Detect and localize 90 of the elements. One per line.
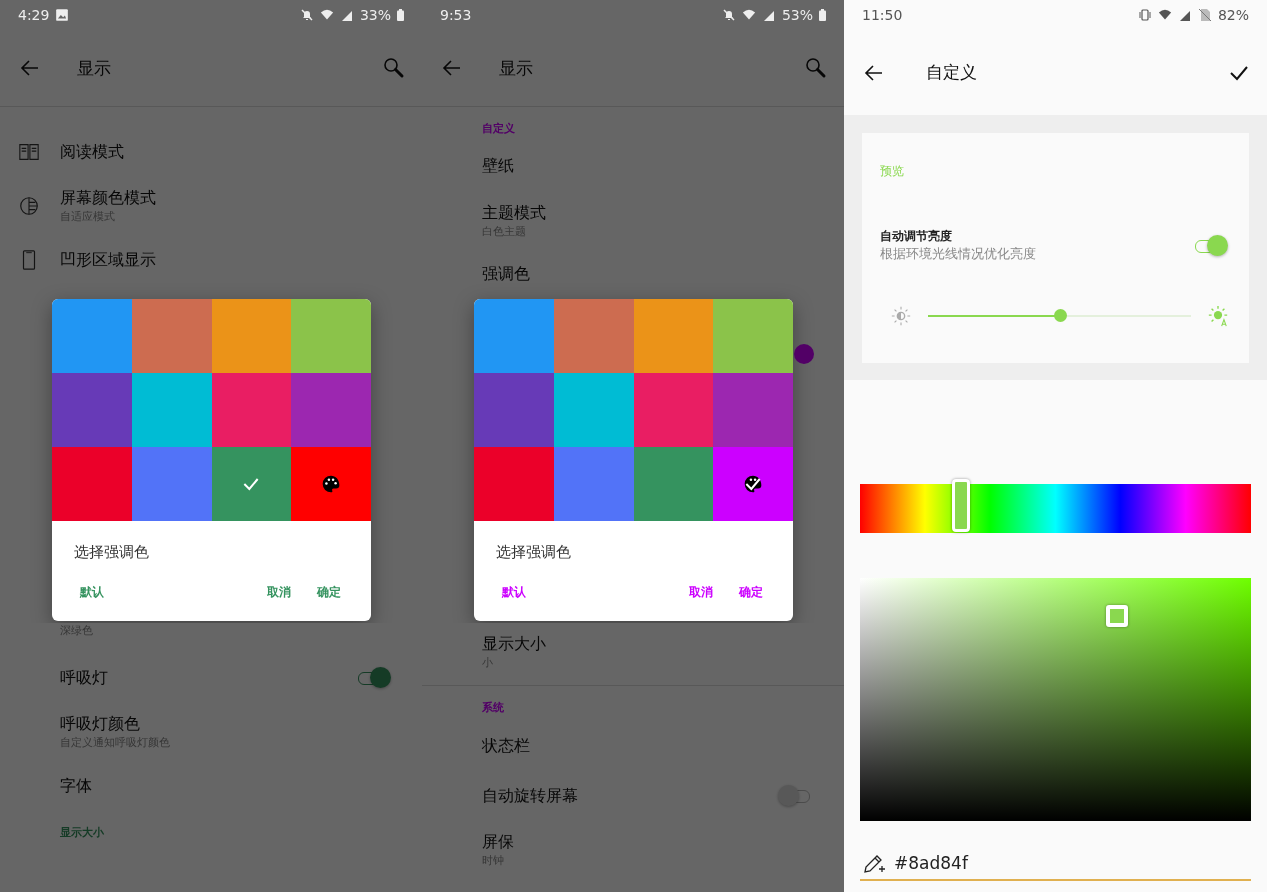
item-title: 自动旋转屏幕 [482, 785, 578, 807]
color-swatch[interactable] [553, 447, 634, 521]
color-swatch[interactable] [211, 373, 292, 447]
color-swatch[interactable] [291, 299, 371, 373]
wifi-icon [741, 8, 756, 22]
item-title: 呼吸灯 [60, 667, 108, 689]
section-header: 显示大小 [59, 825, 105, 841]
settings-item[interactable]: 强调色 [422, 249, 844, 299]
item-title: 显示大小 [482, 634, 546, 655]
section-header: 系统 [481, 700, 505, 716]
color-swatch[interactable] [211, 299, 292, 373]
color-swatch[interactable] [633, 447, 714, 521]
item-title: 自动调节亮度 [880, 228, 953, 245]
brightness-low-icon [890, 305, 912, 327]
settings-item[interactable]: 状态栏 [422, 721, 844, 771]
item-title: 屏幕颜色模式 [60, 188, 156, 209]
item-subtitle: 根据环境光线情况优化亮度 [880, 245, 1036, 263]
color-swatch[interactable] [291, 373, 371, 447]
item-title: 壁纸 [482, 156, 514, 178]
preview-label: 预览 [880, 163, 905, 180]
color-swatch[interactable] [713, 299, 793, 373]
bell-off-icon [721, 8, 736, 22]
toggle-switch[interactable] [356, 667, 392, 689]
book-icon [18, 141, 40, 163]
color-swatch[interactable] [291, 447, 371, 521]
item-title: 主题模式 [482, 202, 546, 224]
color-swatch[interactable] [474, 299, 554, 373]
dialog-button[interactable]: 确定 [311, 580, 347, 605]
bell-off-icon [299, 8, 314, 22]
search-icon[interactable] [804, 56, 828, 80]
dialog-button[interactable]: 取消 [683, 580, 719, 605]
color-swatch[interactable] [713, 373, 793, 447]
hex-input-field[interactable]: #8ad84f [860, 851, 1251, 881]
screen-title: 显示 [77, 56, 111, 80]
color-swatch[interactable] [52, 299, 132, 373]
settings-item[interactable]: 字体 [0, 761, 422, 811]
color-swatch[interactable] [553, 373, 634, 447]
dialog-title: 选择强调色 [74, 543, 150, 562]
color-swatch[interactable] [633, 373, 714, 447]
item-title: 强调色 [482, 263, 530, 285]
color-swatch[interactable] [131, 373, 212, 447]
item-title: 凹形区域显示 [60, 249, 156, 271]
status-time: 11:50 [862, 7, 903, 23]
wifi-icon [319, 8, 334, 22]
settings-item[interactable]: 阅读模式 [0, 127, 422, 177]
color-swatch[interactable] [474, 447, 554, 521]
color-swatch[interactable] [52, 447, 132, 521]
color-swatch[interactable] [553, 299, 634, 373]
item-title: 阅读模式 [60, 141, 124, 163]
status-time: 4:29 [18, 7, 50, 23]
palette-check-icon [743, 474, 764, 494]
wifi-icon [1157, 8, 1172, 22]
no-sim-icon [1197, 8, 1212, 22]
dialog-button[interactable]: 默认 [496, 580, 532, 605]
battery-percent: 82% [1217, 7, 1249, 23]
color-swatch[interactable] [633, 299, 714, 373]
settings-item[interactable]: 凹形区域显示 [0, 235, 422, 285]
palette-icon [321, 474, 342, 494]
color-swatch[interactable] [474, 373, 554, 447]
battery-percent: 33% [359, 7, 391, 23]
status-time: 9:53 [440, 7, 472, 23]
settings-item[interactable]: 壁纸 [422, 142, 844, 192]
toggle-switch[interactable] [1193, 234, 1229, 257]
item-title: 状态栏 [482, 735, 530, 757]
vibrate-icon [1137, 8, 1152, 22]
battery-percent: 53% [781, 7, 813, 23]
section-header: 自定义 [481, 121, 516, 137]
item-title: 屏保 [482, 832, 514, 853]
hex-value: #8ad84f [894, 853, 968, 873]
screen-title: 显示 [499, 56, 533, 80]
battery-icon [397, 9, 404, 21]
color-swatch[interactable] [52, 373, 132, 447]
battery-icon [819, 9, 826, 21]
auto-brightness-icon [1207, 305, 1229, 327]
screen-title: 自定义 [926, 61, 977, 84]
item-title: 呼吸灯颜色 [60, 714, 141, 735]
contrast-icon [18, 195, 40, 217]
hue-slider-handle[interactable] [951, 479, 970, 532]
search-icon[interactable] [382, 56, 406, 80]
color-swatch[interactable] [211, 447, 292, 521]
item-title: 字体 [60, 775, 92, 797]
saturation-brightness-picker[interactable] [860, 578, 1251, 821]
dialog-button[interactable]: 默认 [74, 580, 110, 605]
dialog-title: 选择强调色 [496, 543, 572, 562]
color-swatch[interactable] [131, 447, 212, 521]
color-picker-handle[interactable] [1106, 604, 1129, 627]
color-swatch[interactable] [131, 299, 212, 373]
dialog-button[interactable]: 取消 [261, 580, 297, 605]
color-swatch[interactable] [713, 447, 793, 521]
dialog-button[interactable]: 确定 [733, 580, 769, 605]
